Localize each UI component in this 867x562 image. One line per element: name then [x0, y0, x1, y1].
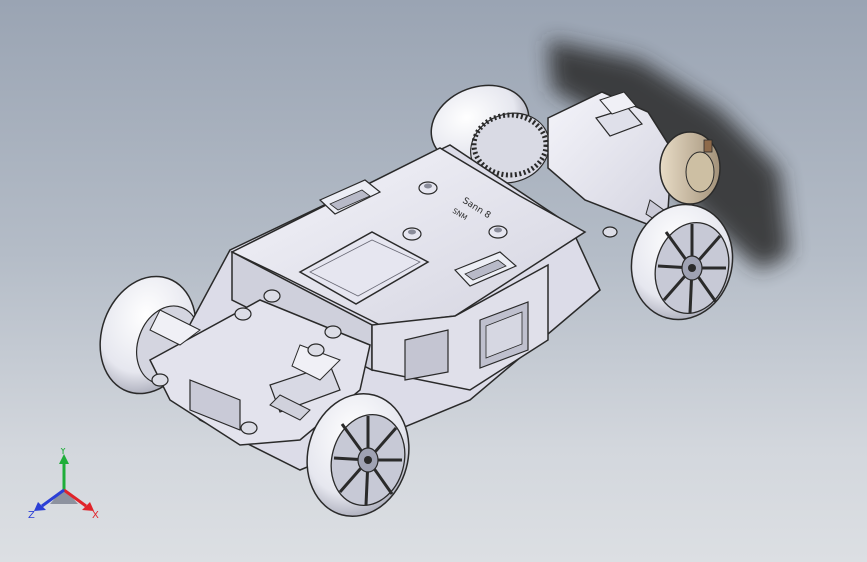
graphics-viewport[interactable]: Sann 8 SNM Y X Z — [0, 0, 867, 562]
z-axis-label: Z — [28, 510, 35, 521]
coordinate-triad: Y X Z — [28, 448, 99, 521]
y-axis-label: Y — [59, 448, 67, 457]
x-axis-label: X — [92, 510, 99, 521]
chassis-model[interactable]: Sann 8 SNM — [0, 0, 867, 562]
